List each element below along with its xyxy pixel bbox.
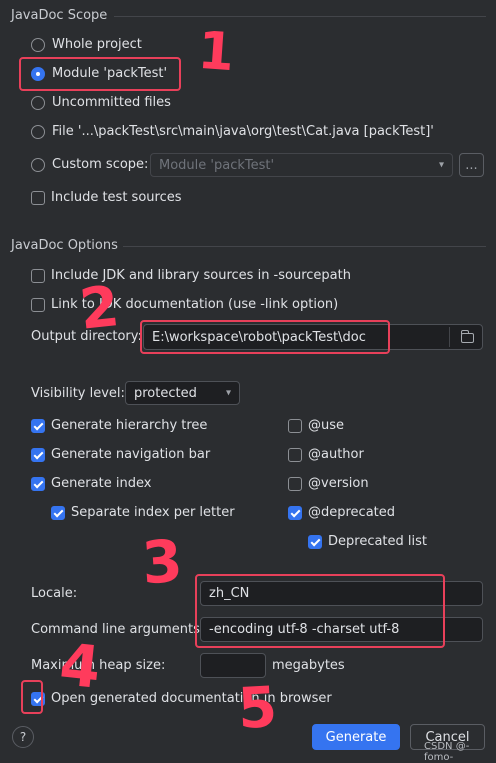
scope-section-title: JavaDoc Scope — [11, 8, 108, 23]
deprecated-checkbox[interactable] — [288, 506, 302, 520]
version-label[interactable]: @version — [308, 476, 369, 491]
annotation-1: 1 — [195, 20, 237, 84]
chevron-down-icon: ▾ — [225, 387, 231, 399]
version-checkbox[interactable] — [288, 477, 302, 491]
author-label[interactable]: @author — [308, 447, 364, 462]
help-button[interactable]: ? — [12, 726, 34, 748]
annotation-3: 3 — [139, 526, 185, 598]
radio-uncommitted[interactable] — [31, 96, 45, 110]
scope-divider — [114, 16, 486, 17]
heap-input[interactable] — [200, 653, 266, 678]
highlight-box-locale-cmd — [195, 574, 445, 648]
custom-scope-select-value: Module 'packTest' — [159, 157, 275, 173]
heap-unit-label: megabytes — [272, 658, 345, 673]
annotation-5: 5 — [236, 675, 279, 742]
highlight-box-open-browser — [21, 680, 43, 714]
custom-scope-more-button[interactable]: ... — [459, 153, 484, 177]
radio-uncommitted-label[interactable]: Uncommitted files — [52, 95, 171, 110]
gen-index-checkbox[interactable] — [31, 477, 45, 491]
sep-index-label[interactable]: Separate index per letter — [71, 505, 235, 520]
author-checkbox[interactable] — [288, 448, 302, 462]
cmd-label: Command line arguments: — [31, 622, 205, 637]
generate-button[interactable]: Generate — [312, 724, 400, 750]
link-jdk-checkbox[interactable] — [31, 298, 45, 312]
include-test-sources-label[interactable]: Include test sources — [51, 190, 182, 205]
gen-hierarchy-checkbox[interactable] — [31, 419, 45, 433]
annotation-4: 4 — [56, 630, 104, 702]
output-dir-separator — [449, 327, 450, 347]
gen-nav-checkbox[interactable] — [31, 448, 45, 462]
include-test-sources-checkbox[interactable] — [31, 191, 45, 205]
gen-hierarchy-label[interactable]: Generate hierarchy tree — [51, 418, 207, 433]
radio-custom-scope-label[interactable]: Custom scope: — [52, 157, 148, 172]
chevron-down-icon: ▾ — [438, 159, 444, 171]
sep-index-checkbox[interactable] — [51, 506, 65, 520]
deprecated-label[interactable]: @deprecated — [308, 505, 395, 520]
visibility-label: Visibility level: — [31, 386, 125, 401]
include-jdk-checkbox[interactable] — [31, 269, 45, 283]
radio-whole-project[interactable] — [31, 38, 45, 52]
deprecated-list-checkbox[interactable] — [308, 535, 322, 549]
annotation-2: 2 — [76, 274, 123, 343]
visibility-select[interactable]: protected ▾ — [125, 381, 240, 405]
folder-icon[interactable] — [460, 330, 474, 343]
options-section-title: JavaDoc Options — [11, 238, 118, 253]
use-checkbox[interactable] — [288, 419, 302, 433]
radio-custom-scope[interactable] — [31, 158, 45, 172]
deprecated-list-label[interactable]: Deprecated list — [328, 534, 427, 549]
radio-file[interactable] — [31, 125, 45, 139]
radio-file-label[interactable]: File '...\packTest\src\main\java\org\tes… — [52, 124, 434, 139]
gen-index-label[interactable]: Generate index — [51, 476, 151, 491]
custom-scope-select[interactable]: Module 'packTest' ▾ — [150, 153, 453, 177]
options-divider — [123, 246, 486, 247]
gen-nav-label[interactable]: Generate navigation bar — [51, 447, 210, 462]
highlight-box-module — [19, 57, 181, 91]
visibility-select-value: protected — [134, 385, 197, 401]
highlight-box-output-dir — [140, 320, 390, 354]
locale-label: Locale: — [31, 586, 78, 601]
radio-whole-project-label[interactable]: Whole project — [52, 37, 142, 52]
use-label[interactable]: @use — [308, 418, 344, 433]
